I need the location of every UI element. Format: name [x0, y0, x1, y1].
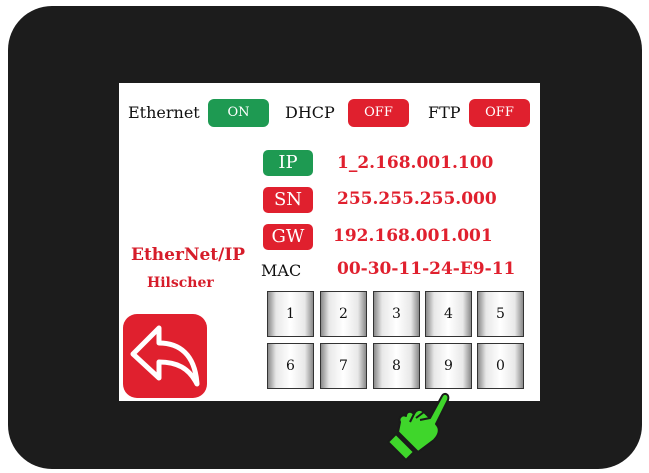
ethernet-toggle-button[interactable]: ON	[208, 99, 269, 127]
vendor-label: Hilscher	[147, 275, 214, 291]
ip-tag[interactable]: IP	[263, 150, 313, 176]
dhcp-toggle-button[interactable]: OFF	[348, 99, 409, 127]
protocol-label: EtherNet/IP	[131, 245, 246, 265]
ftp-toggle-button[interactable]: OFF	[469, 99, 530, 127]
sn-value[interactable]: 255.255.255.000	[337, 189, 497, 209]
back-arrow-icon	[130, 325, 200, 387]
ip-value[interactable]: 1_2.168.001.100	[337, 153, 493, 173]
keypad-key-3[interactable]: 3	[373, 291, 420, 337]
keypad-key-6[interactable]: 6	[267, 343, 314, 389]
touch-screen: Ethernet ON DHCP OFF FTP OFF IP 1_2.168.…	[119, 83, 540, 401]
gw-tag[interactable]: GW	[263, 224, 313, 250]
back-button[interactable]	[123, 314, 207, 398]
pointing-hand-icon	[387, 392, 450, 461]
dhcp-label: DHCP	[285, 103, 335, 122]
mac-label: MAC	[261, 261, 302, 280]
keypad-key-7[interactable]: 7	[320, 343, 367, 389]
keypad-key-2[interactable]: 2	[320, 291, 367, 337]
mac-value: 00-30-11-24-E9-11	[337, 259, 516, 279]
sn-tag[interactable]: SN	[263, 187, 313, 213]
keypad-key-0[interactable]: 0	[477, 343, 524, 389]
keypad-key-5[interactable]: 5	[477, 291, 524, 337]
ethernet-label: Ethernet	[128, 103, 200, 122]
ftp-label: FTP	[428, 103, 461, 122]
gw-value[interactable]: 192.168.001.001	[333, 226, 493, 246]
keypad-key-1[interactable]: 1	[267, 291, 314, 337]
keypad-key-4[interactable]: 4	[425, 291, 472, 337]
